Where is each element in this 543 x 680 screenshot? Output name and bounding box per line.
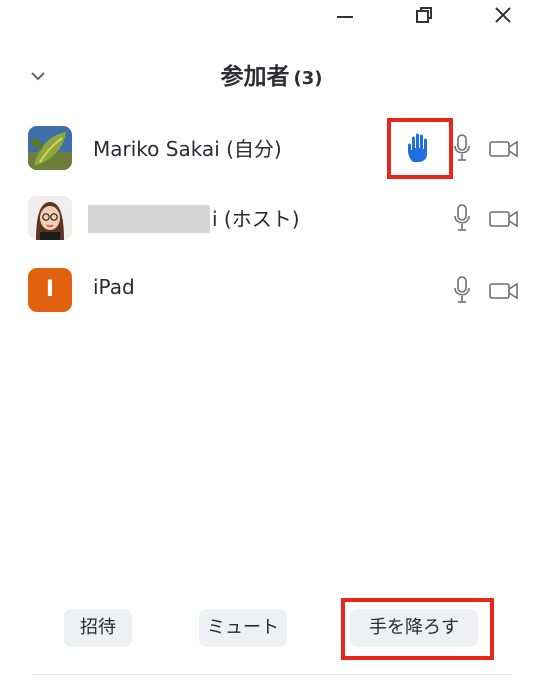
participant-row[interactable]: Mariko Sakai (自分) [0,118,543,179]
lower-hand-button[interactable]: 手を降ろす [350,609,478,647]
video-camera-icon [489,282,518,300]
invite-button[interactable]: 招待 [64,609,132,647]
participant-name: i (ホスト) [212,207,300,231]
mic-button[interactable] [452,133,472,163]
restore-icon [416,7,432,23]
minimize-icon [337,16,353,18]
participant-name: Mariko Sakai (自分) [93,137,282,161]
raise-hand-button[interactable] [405,132,435,164]
camera-button[interactable] [488,138,520,160]
restore-button[interactable] [404,0,444,30]
mic-button[interactable] [452,203,472,233]
mic-icon [454,276,470,303]
panel-title: 参加者 (3) [0,57,543,91]
participant-row[interactable]: i (ホスト) [0,188,543,248]
avatar [28,196,72,240]
divider [32,674,512,675]
mic-button[interactable] [452,275,472,305]
avatar-letter: I [45,277,55,302]
participant-count: (3) [293,68,323,89]
avatar [28,126,72,170]
avatar: I [28,268,72,312]
minimize-button[interactable] [325,0,365,30]
mic-icon [454,134,470,161]
video-camera-icon [489,140,518,158]
title-text: 参加者 [220,64,290,90]
close-button[interactable] [483,0,523,30]
video-camera-icon [489,210,518,228]
camera-button[interactable] [488,208,520,230]
camera-button[interactable] [488,280,520,302]
participant-row[interactable]: I iPad [0,260,543,320]
participant-name: iPad [93,275,135,299]
mic-icon [454,204,470,231]
mute-all-button[interactable]: ミュート [199,609,287,647]
raised-hand-icon [408,133,427,162]
close-icon [495,7,511,23]
redacted-name [88,205,210,233]
